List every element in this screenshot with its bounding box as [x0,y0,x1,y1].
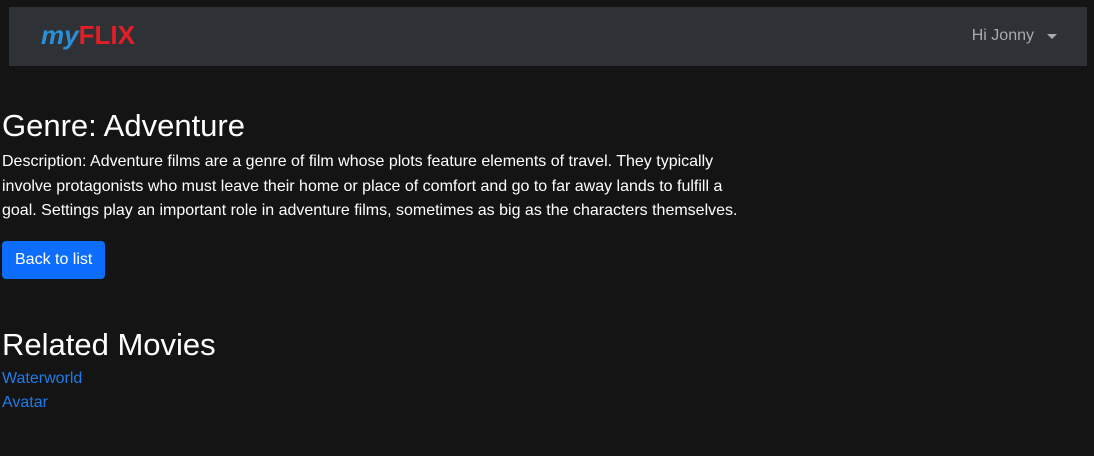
related-movies-heading: Related Movies [2,326,216,362]
brand-flix-text: FLIX [78,20,135,50]
user-dropdown-toggle[interactable]: Hi Jonny [972,26,1057,46]
brand-my-text: my [41,20,79,50]
movie-link-waterworld[interactable]: Waterworld [2,370,82,387]
genre-view: Genre: Adventure Description: Adventure … [2,107,752,415]
top-navbar: myFLIX Hi Jonny [9,7,1087,66]
genre-title: Genre: Adventure [2,108,245,143]
related-movies-list: Waterworld Avatar [2,367,752,415]
user-greeting: Hi Jonny [971,27,1034,44]
list-item: Avatar [2,391,752,415]
chevron-down-icon [1047,33,1057,39]
genre-description: Description: Adventure films are a genre… [2,153,738,219]
list-item: Waterworld [2,367,752,391]
movie-link-avatar[interactable]: Avatar [2,394,48,411]
back-to-list-button[interactable]: Back to list [2,240,106,279]
brand-logo[interactable]: myFLIX [41,20,135,50]
